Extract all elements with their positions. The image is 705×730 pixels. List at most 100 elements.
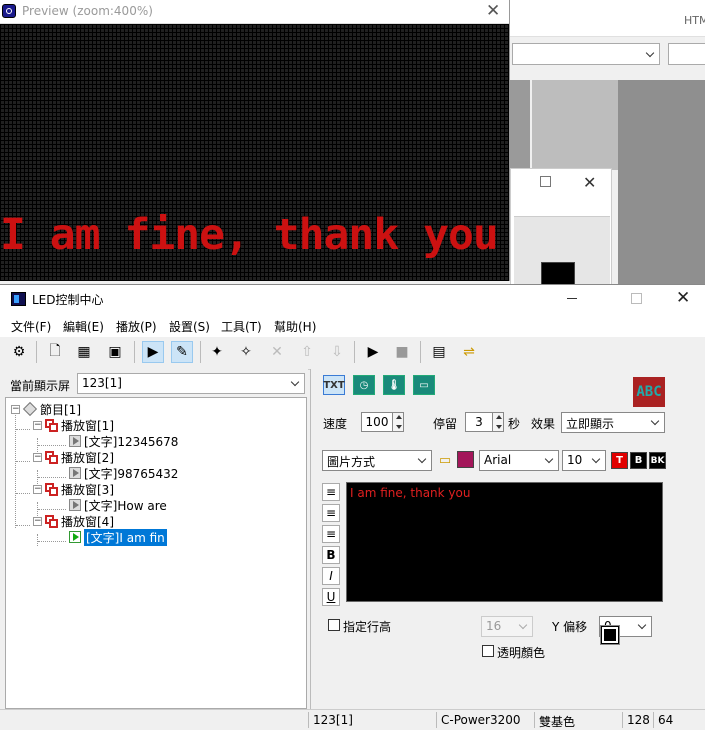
align-center-icon[interactable]: ≡ [322, 504, 340, 522]
tree-item-window[interactable]: − 播放窗[4] [33, 513, 114, 529]
background-color-button[interactable]: B [630, 452, 647, 469]
new-file-icon[interactable]: 🗋 [44, 341, 66, 363]
tree-item-window[interactable]: − 播放窗[2] [33, 449, 114, 465]
stay-stepper[interactable] [492, 412, 504, 432]
bold-button[interactable]: B [322, 546, 340, 564]
background-panel [532, 80, 618, 170]
line-height-select[interactable]: 16 [481, 616, 533, 637]
edit-mode-icon[interactable]: ✎ [171, 341, 193, 363]
tree-item-label: 播放窗[1] [61, 418, 114, 433]
tree-line [38, 541, 66, 542]
current-screen-select[interactable]: 123[1] [77, 373, 305, 394]
save-disk-icon[interactable] [457, 451, 474, 468]
add-program-icon[interactable]: ✦ [206, 341, 228, 363]
status-bar: 123[1] C-Power3200 雙基色 128 64 [0, 709, 705, 730]
background-dialog-maximize-icon[interactable] [540, 176, 551, 187]
status-color-mode: 雙基色 [539, 715, 576, 729]
italic-button[interactable]: I [322, 567, 340, 585]
collapse-icon[interactable]: − [33, 452, 42, 462]
menu-tools[interactable]: 工具(T) [221, 318, 262, 335]
effect-select[interactable]: 立即顯示 [561, 412, 665, 433]
menu-file[interactable]: 文件(F) [11, 318, 51, 335]
window-icon [45, 450, 58, 464]
save-icon[interactable]: ▣ [104, 341, 126, 363]
tree-item-window[interactable]: − 播放窗[1] [33, 417, 114, 433]
tree-item-label: [文字]98765432 [84, 466, 179, 481]
collapse-icon[interactable]: − [33, 516, 42, 526]
menu-help[interactable]: 幫助(H) [274, 318, 316, 335]
tree-item-text[interactable]: [文字]How are [69, 497, 167, 513]
folder-open-icon[interactable]: ▭ [413, 375, 435, 395]
text-editor[interactable]: I am fine, thank you [346, 482, 663, 602]
minimize-icon[interactable] [567, 298, 577, 299]
menu-settings[interactable]: 設置(S) [169, 318, 210, 335]
open-folder-icon[interactable]: ▭ [436, 451, 454, 469]
text-item-icon [69, 467, 81, 479]
align-right-icon[interactable]: ≡ [322, 525, 340, 543]
text-item-icon [69, 531, 81, 543]
temperature-tool-icon[interactable]: 🌡 [383, 375, 405, 395]
menu-play[interactable]: 播放(P) [116, 318, 157, 335]
stay-label: 停留 [433, 417, 458, 431]
preview-mode-icon[interactable]: ▶ [142, 341, 164, 363]
bk-color-button[interactable]: BK [649, 452, 666, 469]
font-value: Arial [484, 453, 512, 467]
add-window-icon[interactable]: ✧ [235, 341, 257, 363]
program-icon [22, 401, 38, 417]
open-icon[interactable]: ▦ [73, 341, 95, 363]
stop-icon[interactable]: ■ [391, 341, 413, 363]
collapse-icon[interactable]: − [33, 484, 42, 494]
underline-button[interactable]: U [322, 588, 340, 606]
tree-item-label: 播放窗[2] [61, 450, 114, 465]
background-dialog-close-icon[interactable]: ✕ [583, 173, 596, 192]
line-height-value: 16 [486, 619, 502, 633]
menu-bar: 文件(F) 編輯(E) 播放(P) 設置(S) 工具(T) 幫助(H) [0, 313, 705, 337]
maximize-icon[interactable] [631, 293, 642, 304]
toolbar-separator [420, 341, 421, 363]
status-height: 64 [658, 713, 674, 727]
chevron-down-icon [518, 620, 528, 630]
tree-item-text[interactable]: [文字]98765432 [69, 465, 178, 481]
window-title: LED控制中心 [32, 293, 104, 307]
collapse-icon[interactable]: − [11, 404, 20, 414]
chevron-down-icon [417, 454, 427, 464]
move-up-icon[interactable]: ⇧ [296, 341, 318, 363]
tree-item-text-selected[interactable]: [文字]I am fin [69, 528, 167, 546]
preview-close-icon[interactable]: ✕ [486, 1, 500, 21]
align-left-icon[interactable]: ≡ [322, 483, 340, 501]
led-preview-text: I am fine, thank you [0, 210, 499, 260]
preview-title: Preview (zoom:400%) [22, 4, 153, 18]
preview-title-bar: Preview (zoom:400%) ✕ [0, 0, 509, 24]
txt-label: TXT [323, 379, 345, 391]
text-color-button[interactable]: T [611, 452, 628, 469]
tree-item-window[interactable]: − 播放窗[3] [33, 481, 114, 497]
play-icon[interactable]: ▶ [362, 341, 384, 363]
tree-item-text[interactable]: [文字]12345678 [69, 433, 178, 449]
text-tool-button[interactable]: TXT [323, 375, 345, 395]
size-select[interactable]: 10 [562, 450, 606, 471]
speed-stepper[interactable] [392, 412, 404, 432]
delete-icon[interactable]: ✕ [266, 341, 288, 363]
menu-edit[interactable]: 編輯(E) [63, 318, 104, 335]
line-height-checkbox[interactable] [328, 619, 340, 631]
clock-tool-icon[interactable]: ◷ [353, 375, 375, 395]
status-width: 128 [627, 713, 650, 727]
background-input[interactable] [668, 43, 705, 65]
move-down-icon[interactable]: ⇩ [326, 341, 348, 363]
transparent-color-swatch[interactable] [600, 625, 620, 645]
transparent-color-label: 透明顏色 [497, 646, 546, 660]
send-icon[interactable]: ⇌ [458, 341, 480, 363]
settings-gear-icon[interactable]: ⚙ [8, 341, 30, 363]
stay-input[interactable]: 3 [465, 412, 493, 432]
close-icon[interactable]: ✕ [676, 288, 690, 308]
speed-input[interactable]: 100 [361, 412, 393, 432]
tree-item-label: [文字]How are [84, 498, 167, 513]
collapse-icon[interactable]: − [33, 420, 42, 430]
screen-settings-icon[interactable]: ▤ [428, 341, 450, 363]
font-select[interactable]: Arial [479, 450, 559, 471]
background-select[interactable] [512, 43, 660, 65]
mode-select[interactable]: 圖片方式 [322, 450, 432, 471]
transparent-color-checkbox[interactable] [482, 645, 494, 657]
tree-item-program[interactable]: − 節目[1] [11, 401, 81, 417]
status-separator [653, 712, 654, 728]
